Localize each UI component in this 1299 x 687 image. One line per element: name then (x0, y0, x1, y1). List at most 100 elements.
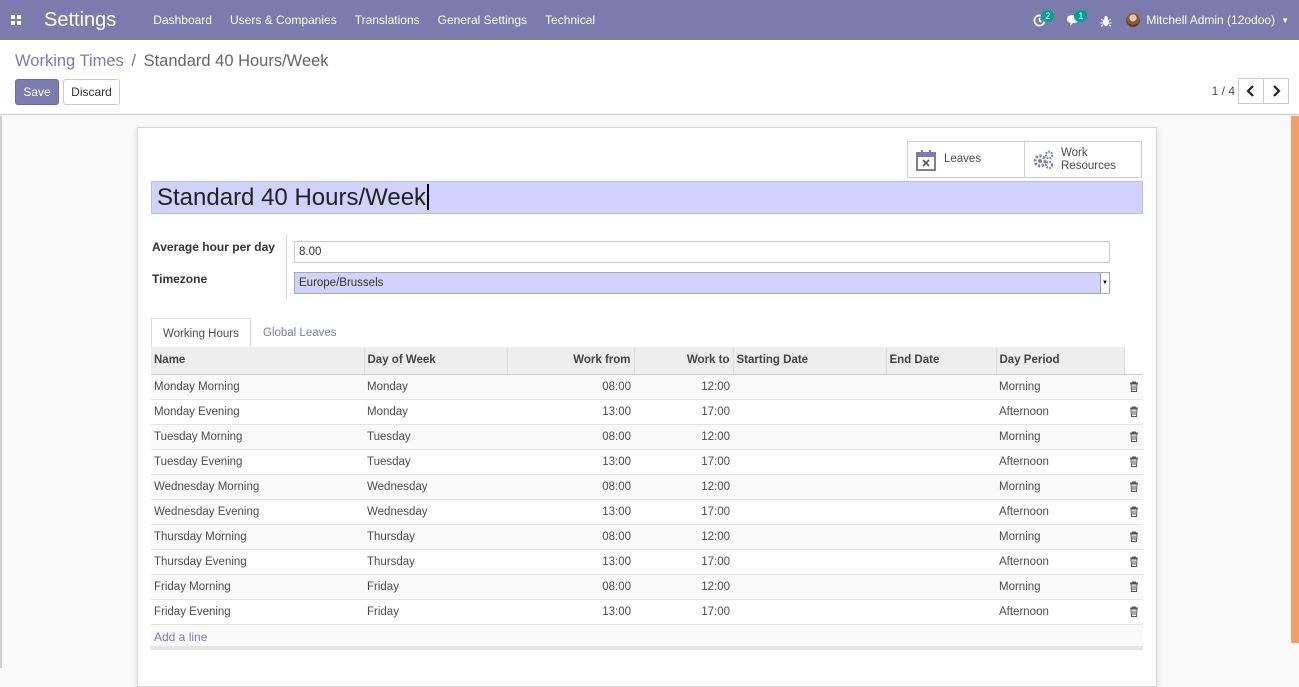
breadcrumb-parent-link[interactable]: Working Times (15, 52, 124, 70)
table-row[interactable]: Wednesday Evening Wednesday 13:00 17:00 Afte… (151, 499, 1143, 525)
cell-work-from[interactable]: 13:00 (507, 599, 634, 625)
cell-end-date[interactable] (886, 374, 996, 400)
cell-starting-date[interactable] (733, 474, 886, 500)
delete-row-button[interactable] (1124, 574, 1143, 600)
cell-work-from[interactable]: 08:00 (507, 374, 634, 400)
cell-day-of-week[interactable]: Thursday (364, 524, 507, 550)
activity-menu[interactable]: 2 (1023, 0, 1056, 40)
cell-end-date[interactable] (886, 599, 996, 625)
cell-starting-date[interactable] (733, 599, 886, 625)
table-row[interactable]: Thursday Evening Thursday 13:00 17:00 Aftern… (151, 549, 1143, 575)
column-header-work-from[interactable]: Work from (507, 347, 635, 375)
cell-name[interactable]: Friday Morning (151, 574, 364, 600)
cell-name[interactable]: Wednesday Evening (151, 499, 364, 525)
cell-work-to[interactable]: 17:00 (634, 449, 733, 475)
avg-hours-input[interactable]: 8.00 (294, 241, 1110, 263)
cell-starting-date[interactable] (733, 374, 886, 400)
cell-end-date[interactable] (886, 499, 996, 525)
menu-item-technical[interactable]: Technical (536, 0, 604, 40)
cell-day-of-week[interactable]: Tuesday (364, 449, 507, 475)
cell-day-of-week[interactable]: Tuesday (364, 424, 507, 450)
cell-end-date[interactable] (886, 449, 996, 475)
cell-starting-date[interactable] (733, 449, 886, 475)
cell-name[interactable]: Monday Evening (151, 399, 364, 425)
cell-day-of-week[interactable]: Friday (364, 574, 507, 600)
cell-work-to[interactable]: 12:00 (634, 524, 733, 550)
cell-day-period[interactable]: Morning (996, 474, 1124, 500)
cell-end-date[interactable] (886, 424, 996, 450)
delete-row-button[interactable] (1124, 449, 1143, 475)
cell-end-date[interactable] (886, 474, 996, 500)
menu-item-dashboard[interactable]: Dashboard (144, 0, 221, 40)
pager-value[interactable]: 1 / 4 (1212, 84, 1235, 98)
cell-work-to[interactable]: 17:00 (634, 599, 733, 625)
table-row[interactable]: Friday Evening Friday 13:00 17:00 Afternoon (151, 599, 1143, 625)
cell-day-period[interactable]: Morning (996, 574, 1124, 600)
tab-working-hours[interactable]: Working Hours (151, 318, 251, 349)
delete-row-button[interactable] (1124, 424, 1143, 450)
cell-starting-date[interactable] (733, 399, 886, 425)
leaves-button[interactable]: Leaves (907, 141, 1025, 178)
menu-item-general-settings[interactable]: General Settings (429, 0, 536, 40)
cell-work-from[interactable]: 08:00 (507, 524, 634, 550)
delete-row-button[interactable] (1124, 374, 1143, 400)
add-line-link[interactable]: Add a line (151, 624, 1143, 650)
cell-day-of-week[interactable]: Wednesday (364, 499, 507, 525)
cell-day-period[interactable]: Morning (996, 374, 1124, 400)
delete-row-button[interactable] (1124, 599, 1143, 625)
cell-day-period[interactable]: Afternoon (996, 449, 1124, 475)
cell-day-of-week[interactable]: Wednesday (364, 474, 507, 500)
table-row[interactable]: Tuesday Evening Tuesday 13:00 17:00 Afternoo… (151, 449, 1143, 475)
cell-work-from[interactable]: 13:00 (507, 449, 634, 475)
cell-end-date[interactable] (886, 574, 996, 600)
column-header-end-date[interactable]: End Date (886, 347, 997, 375)
cell-day-period[interactable]: Afternoon (996, 399, 1124, 425)
table-row[interactable]: Thursday Morning Thursday 08:00 12:00 Mornin… (151, 524, 1143, 550)
cell-name[interactable]: Friday Evening (151, 599, 364, 625)
delete-row-button[interactable] (1124, 474, 1143, 500)
cell-work-from[interactable]: 08:00 (507, 474, 634, 500)
table-row[interactable]: Monday Evening Monday 13:00 17:00 Afternoon (151, 399, 1143, 425)
cell-work-from[interactable]: 08:00 (507, 574, 634, 600)
cell-day-period[interactable]: Morning (996, 524, 1124, 550)
cell-name[interactable]: Monday Morning (151, 374, 364, 400)
messaging-menu[interactable]: 1 (1056, 0, 1090, 40)
table-row[interactable]: Monday Morning Monday 08:00 12:00 Morning (151, 374, 1143, 400)
cell-name[interactable]: Tuesday Evening (151, 449, 364, 475)
cell-work-to[interactable]: 17:00 (634, 499, 733, 525)
cell-day-of-week[interactable]: Monday (364, 374, 507, 400)
cell-starting-date[interactable] (733, 574, 886, 600)
timezone-select[interactable]: Europe/Brussels ▼ (294, 272, 1110, 294)
pager-previous-button[interactable] (1238, 78, 1264, 104)
cell-work-from[interactable]: 08:00 (507, 424, 634, 450)
delete-row-button[interactable] (1124, 399, 1143, 425)
column-header-day-of-week[interactable]: Day of Week (364, 347, 508, 375)
cell-work-to[interactable]: 17:00 (634, 399, 733, 425)
cell-day-period[interactable]: Afternoon (996, 499, 1124, 525)
cell-work-from[interactable]: 13:00 (507, 399, 634, 425)
table-row[interactable]: Tuesday Morning Tuesday 08:00 12:00 Morning (151, 424, 1143, 450)
cell-name[interactable]: Thursday Morning (151, 524, 364, 550)
cell-work-to[interactable]: 17:00 (634, 549, 733, 575)
cell-end-date[interactable] (886, 549, 996, 575)
cell-starting-date[interactable] (733, 499, 886, 525)
scrollbar-thumb[interactable] (1291, 116, 1299, 643)
debug-menu[interactable] (1090, 0, 1122, 40)
discard-button[interactable]: Discard (63, 79, 120, 105)
app-brand[interactable]: Settings (44, 9, 116, 32)
cell-name[interactable]: Tuesday Morning (151, 424, 364, 450)
cell-work-to[interactable]: 12:00 (634, 474, 733, 500)
menu-item-users-companies[interactable]: Users & Companies (221, 0, 346, 40)
cell-starting-date[interactable] (733, 549, 886, 575)
cell-day-of-week[interactable]: Monday (364, 399, 507, 425)
work-resources-button[interactable]: Work Resources (1024, 141, 1142, 178)
cell-work-from[interactable]: 13:00 (507, 549, 634, 575)
record-name-input[interactable]: Standard 40 Hours/Week (151, 181, 1143, 214)
cell-name[interactable]: Wednesday Morning (151, 474, 364, 500)
cell-day-of-week[interactable]: Thursday (364, 549, 507, 575)
cell-starting-date[interactable] (733, 524, 886, 550)
cell-end-date[interactable] (886, 524, 996, 550)
table-row[interactable]: Friday Morning Friday 08:00 12:00 Morning (151, 574, 1143, 600)
column-header-day-period[interactable]: Day Period (996, 347, 1125, 375)
cell-day-period[interactable]: Morning (996, 424, 1124, 450)
